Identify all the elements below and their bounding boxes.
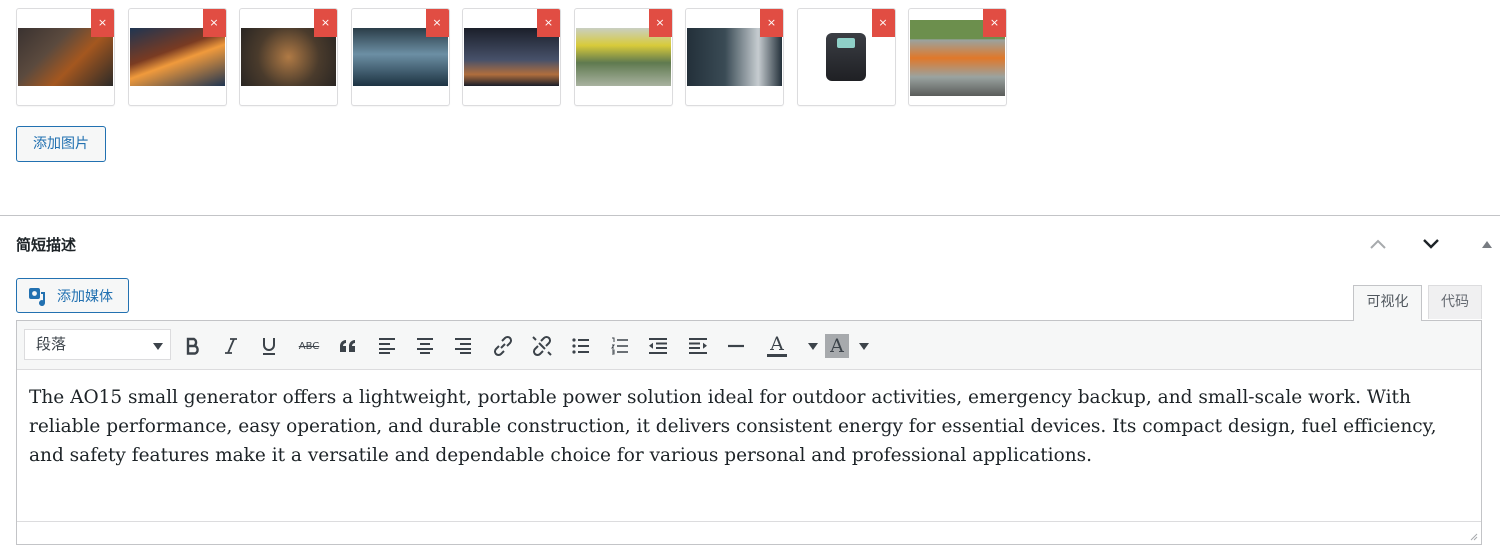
toggle-panel-button[interactable]	[1474, 232, 1500, 256]
indent-icon	[689, 338, 707, 354]
text-color-dropdown[interactable]	[805, 333, 821, 359]
bullet-list-button[interactable]	[568, 333, 594, 359]
gallery-thumbnail[interactable]: ×	[908, 8, 1007, 106]
remove-image-button[interactable]: ×	[202, 9, 226, 37]
add-media-label: 添加媒体	[57, 288, 113, 305]
section-divider	[0, 215, 1500, 216]
remove-image-button[interactable]: ×	[91, 9, 114, 37]
remove-image-button[interactable]: ×	[425, 9, 449, 37]
strikethrough-button[interactable]: ABC	[296, 333, 322, 359]
rich-text-editor: 段落 ABC A A The AO15 small generator offe…	[16, 320, 1482, 545]
remove-image-button[interactable]: ×	[871, 9, 895, 37]
italic-icon	[225, 338, 237, 354]
editor-statusbar	[17, 521, 1481, 544]
underline-button[interactable]	[256, 333, 282, 359]
text-color-swatch	[767, 354, 787, 357]
caret-down-icon	[859, 342, 869, 350]
indent-button[interactable]	[685, 333, 711, 359]
caret-down-icon	[153, 343, 163, 350]
remove-image-button[interactable]: ×	[537, 9, 560, 37]
link-icon	[493, 335, 513, 357]
bold-icon	[186, 337, 199, 355]
horizontal-line-icon	[728, 344, 744, 348]
gallery-thumbnail[interactable]: ×	[796, 8, 896, 106]
remove-image-button[interactable]: ×	[983, 9, 1006, 37]
remove-image-button[interactable]: ×	[760, 9, 783, 37]
gallery-thumbnail[interactable]: ×	[573, 8, 673, 106]
gallery-thumbnail[interactable]: ×	[16, 8, 115, 106]
text-color-icon: A	[770, 333, 784, 355]
background-color-icon: A	[825, 334, 849, 358]
image-gallery: × × × × × × × × ×	[16, 8, 1020, 106]
format-select[interactable]: 段落	[24, 329, 171, 360]
tab-visual[interactable]: 可视化	[1353, 285, 1422, 321]
strikethrough-label: ABC	[298, 340, 320, 352]
editor-toolbar: 段落 ABC A A	[17, 321, 1481, 370]
add-images-button[interactable]: 添加图片	[16, 126, 106, 162]
background-color-button[interactable]: A	[824, 333, 850, 359]
gallery-thumbnail[interactable]: ×	[462, 8, 561, 106]
quote-icon	[340, 340, 355, 352]
caret-down-icon	[808, 342, 818, 350]
resize-handle-icon[interactable]	[1468, 531, 1478, 541]
underline-icon	[263, 338, 275, 355]
caret-up-icon	[1482, 241, 1492, 248]
italic-button[interactable]	[218, 333, 244, 359]
gallery-thumbnail[interactable]: ×	[685, 8, 784, 106]
bullet-list-icon	[572, 338, 589, 354]
editor-content[interactable]: The AO15 small generator offers a lightw…	[29, 383, 1474, 470]
numbered-list-button[interactable]	[607, 333, 633, 359]
metabox-title: 简短描述	[16, 236, 77, 254]
remove-image-button[interactable]: ×	[314, 9, 337, 37]
insert-link-button[interactable]	[490, 333, 516, 359]
align-right-button[interactable]	[450, 333, 476, 359]
move-down-button[interactable]	[1418, 232, 1444, 256]
outdent-button[interactable]	[645, 333, 671, 359]
unlink-icon	[532, 335, 552, 357]
align-left-button[interactable]	[374, 333, 400, 359]
gallery-thumbnail[interactable]: ×	[350, 8, 450, 106]
bold-button[interactable]	[180, 333, 206, 359]
align-center-icon	[417, 338, 433, 354]
blockquote-button[interactable]	[335, 333, 361, 359]
background-color-dropdown[interactable]	[856, 333, 872, 359]
gallery-thumbnail[interactable]: ×	[127, 8, 227, 106]
align-left-icon	[379, 338, 395, 354]
remove-image-button[interactable]: ×	[648, 9, 672, 37]
align-center-button[interactable]	[412, 333, 438, 359]
gallery-thumbnail[interactable]: ×	[239, 8, 338, 106]
add-media-button[interactable]: 添加媒体	[16, 278, 129, 313]
horizontal-line-button[interactable]	[723, 333, 749, 359]
chevron-up-icon	[1370, 239, 1386, 249]
numbered-list-icon	[611, 337, 628, 355]
chevron-down-icon	[1423, 239, 1439, 249]
align-right-icon	[455, 338, 471, 354]
move-up-button[interactable]	[1365, 232, 1391, 256]
remove-link-button[interactable]	[529, 333, 555, 359]
format-select-value: 段落	[36, 335, 67, 353]
outdent-icon	[649, 338, 667, 354]
tab-code[interactable]: 代码	[1428, 285, 1482, 319]
text-color-button[interactable]: A	[764, 333, 790, 359]
media-icon	[29, 287, 46, 306]
